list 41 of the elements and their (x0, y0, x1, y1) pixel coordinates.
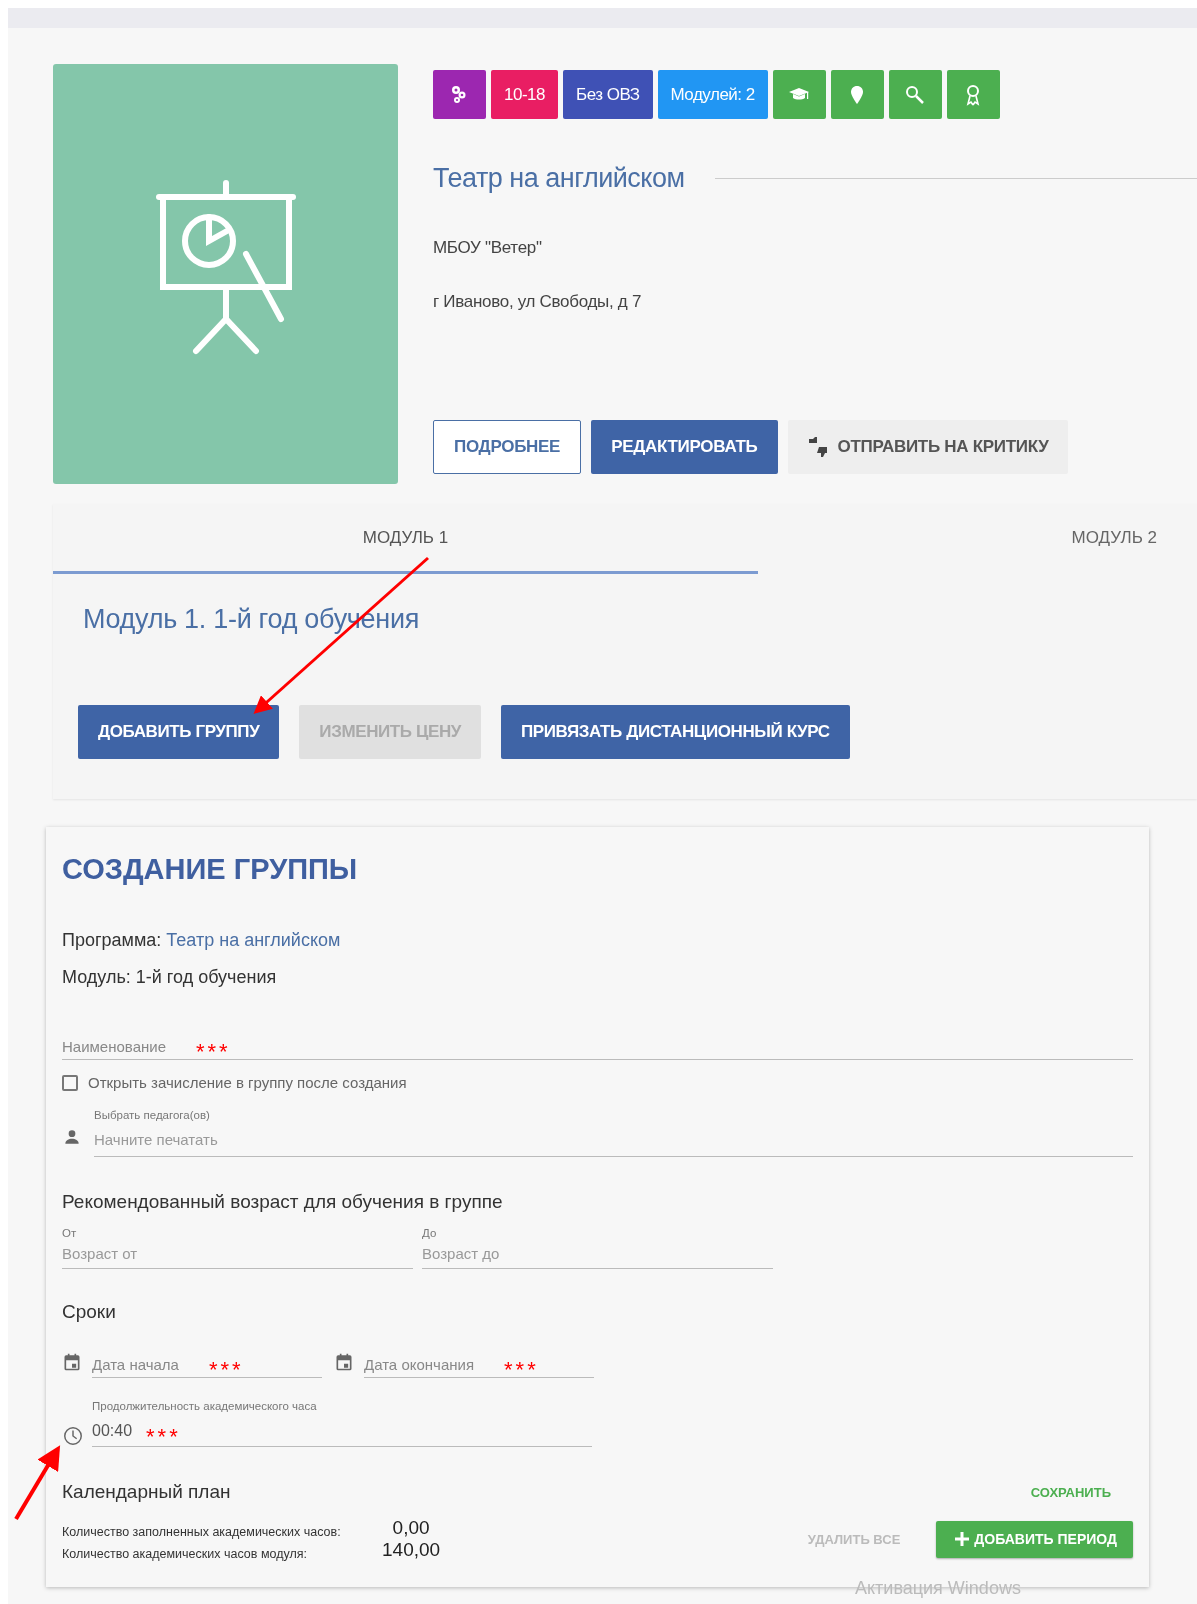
calendar-icon (334, 1352, 354, 1372)
section-heading: Сроки (62, 1301, 117, 1323)
send-critique-button[interactable]: ОТПРАВИТЬ НА КРИТИКУ (787, 420, 1069, 474)
add-group-button[interactable]: ДОБАВИТЬ ГРУППУ (78, 705, 280, 759)
date-field[interactable]: Дата окончания *** (364, 1351, 594, 1378)
program-title: Театр на английском (433, 163, 685, 194)
stat-value: 0,00 (391, 1517, 431, 1539)
add-period-button[interactable]: ДОБАВИТЬ ПЕРИОД (936, 1520, 1133, 1558)
date-field[interactable]: Дата начала *** (92, 1351, 322, 1378)
form-title: СОЗДАНИЕ ГРУППЫ (62, 853, 359, 886)
person-icon (62, 1127, 82, 1147)
tag-badge: Модулей: 2 (657, 70, 768, 119)
section-heading: Календарный план (62, 1481, 231, 1503)
plus-icon (954, 1531, 971, 1547)
checkbox-label: Открыть зачисление в группу после создания (88, 1074, 407, 1091)
duration-field[interactable]: Продолжительность академического часа 00:40 *** (92, 1400, 592, 1447)
module-tab[interactable]: МОДУЛЬ 1 (53, 504, 758, 574)
module-line: Модуль: 1-й год обучения (62, 967, 278, 988)
organization-name: МБОУ "Ветер" (433, 238, 543, 258)
details-button[interactable]: ПОДРОБНЕЕ (433, 420, 582, 474)
section-heading: Рекомендованный возраст для обучения в группе (62, 1191, 504, 1213)
activation-notice: Активация Windows (855, 1578, 1021, 1599)
module-tab[interactable]: МОДУЛЬ 2 (758, 504, 1197, 574)
tag-badge: 10-18 (491, 70, 558, 119)
stat-label: Количество заполненных академических часов: (62, 1525, 342, 1539)
checkbox[interactable] (62, 1074, 78, 1091)
calendar-icon (62, 1352, 82, 1372)
program-line: Программа: Театр на английском (62, 930, 342, 951)
edit-button[interactable]: РЕДАКТИРОВАТЬ (591, 420, 778, 474)
tag-badge: Без ОВЗ (563, 70, 653, 119)
age-field[interactable]: От Возраст от (62, 1227, 413, 1269)
save-button[interactable]: СОХРАНИТЬ (1024, 1483, 1117, 1501)
address-text: г Иваново, ул Свободы, д 7 (433, 292, 643, 312)
age-field[interactable]: До Возраст до (422, 1227, 773, 1269)
name-field[interactable]: Наименование *** (62, 1018, 1133, 1060)
link-course-button[interactable]: ПРИВЯЗАТЬ ДИСТАНЦИОННЫЙ КУРС (500, 705, 850, 759)
program-link[interactable]: Театр на английском (166, 930, 341, 950)
clock-icon (62, 1425, 84, 1447)
teacher-field[interactable]: Выбрать педагога(ов) Начните печатать (94, 1109, 1133, 1157)
stat-label: Количество академических часов модуля: (62, 1547, 308, 1561)
stat-value: 140,00 (382, 1539, 441, 1561)
